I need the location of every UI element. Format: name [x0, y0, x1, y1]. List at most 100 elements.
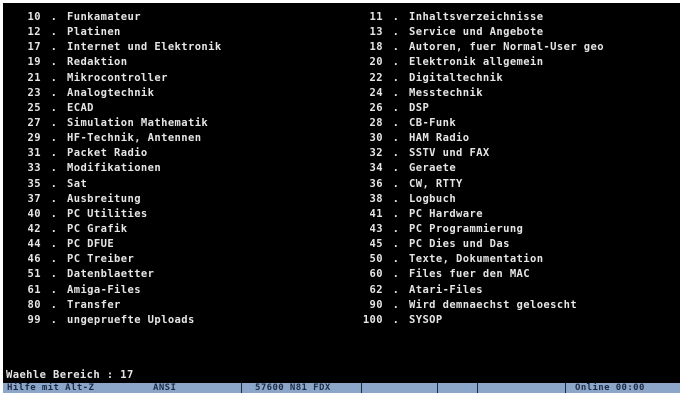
menu-item[interactable]: 33. Modifikationen	[11, 161, 341, 176]
status-divider	[565, 383, 566, 393]
menu-item-separator: .	[392, 86, 400, 99]
menu-item-label: Atari-Files	[409, 283, 483, 296]
menu-item[interactable]: 30. HAM Radio	[353, 131, 673, 146]
menu-item-number: 41	[369, 207, 383, 220]
menu-item-number: 90	[369, 298, 383, 311]
terminal-window: 10. Funkamateur 12. Platinen 17. Internet und…	[3, 3, 680, 393]
menu-item[interactable]: 37. Ausbreitung	[11, 192, 341, 207]
menu-item-label: PC DFUE	[67, 238, 115, 251]
menu-item[interactable]: 61. Amiga-Files	[11, 283, 341, 298]
menu-item-number: 37	[27, 192, 41, 205]
menu-item[interactable]: 46. PC Treiber	[11, 252, 341, 267]
menu-item[interactable]: 38. Logbuch	[353, 192, 673, 207]
menu-item[interactable]: 60. Files fuer den MAC	[353, 267, 673, 282]
menu-item[interactable]: 100. SYSOP	[353, 313, 673, 328]
menu-item[interactable]: 41. PC Hardware	[353, 207, 673, 222]
menu-item[interactable]: 23. Analogtechnik	[11, 86, 341, 101]
menu-item-number: 80	[27, 298, 41, 311]
menu-item[interactable]: 31. Packet Radio	[11, 146, 341, 161]
menu-item-separator: .	[50, 101, 58, 114]
menu-item-number: 13	[369, 26, 383, 39]
status-divider	[437, 383, 438, 393]
menu-item[interactable]: 24. Messtechnik	[353, 86, 673, 101]
menu-item[interactable]: 99. ungepruefte Uploads	[11, 313, 341, 328]
menu-item-separator: .	[50, 177, 58, 190]
menu-item[interactable]: 35. Sat	[11, 177, 341, 192]
menu-item-label: Geraete	[409, 162, 457, 175]
menu-item-label: Redaktion	[67, 56, 128, 69]
menu-item[interactable]: 17. Internet und Elektronik	[11, 40, 341, 55]
menu-item[interactable]: 25. ECAD	[11, 101, 341, 116]
menu-item[interactable]: 90. Wird demnaechst geloescht	[353, 298, 673, 313]
menu-item-separator: .	[392, 268, 400, 281]
menu-item[interactable]: 45. PC Dies und Das	[353, 237, 673, 252]
menu-item[interactable]: 50. Texte, Dokumentation	[353, 252, 673, 267]
menu-item-separator: .	[50, 192, 58, 205]
menu-item-number: 28	[369, 116, 383, 129]
menu-item-number: 32	[369, 147, 383, 160]
menu-item-label: Autoren, fuer Normal-User geo	[409, 41, 604, 54]
menu-item[interactable]: 21. Mikrocontroller	[11, 71, 341, 86]
menu-column-left: 10. Funkamateur 12. Platinen 17. Internet und…	[11, 10, 341, 328]
menu-item-separator: .	[50, 313, 58, 326]
menu-item[interactable]: 43. PC Programmierung	[353, 222, 673, 237]
menu-item-separator: .	[50, 71, 58, 84]
menu-item-separator: .	[392, 116, 400, 129]
menu-item[interactable]: 34. Geraete	[353, 161, 673, 176]
menu-item-number: 60	[369, 268, 383, 281]
menu-item-label: PC Dies und Das	[409, 238, 510, 251]
menu-item-label: Digitaltechnik	[409, 71, 504, 84]
menu-item-number: 21	[27, 71, 41, 84]
menu-item[interactable]: 18. Autoren, fuer Normal-User geo	[353, 40, 673, 55]
menu-item[interactable]: 29. HF-Technik, Antennen	[11, 131, 341, 146]
menu-item[interactable]: 13. Service und Angebote	[353, 25, 673, 40]
menu-item-label: Amiga-Files	[67, 283, 141, 296]
menu-item[interactable]: 51. Datenblaetter	[11, 267, 341, 282]
status-divider	[361, 383, 362, 393]
menu-item-number: 25	[27, 101, 41, 114]
menu-item[interactable]: 26. DSP	[353, 101, 673, 116]
menu-item-label: SYSOP	[409, 313, 443, 326]
menu-item[interactable]: 20. Elektronik allgemein	[353, 55, 673, 70]
menu-item[interactable]: 32. SSTV und FAX	[353, 146, 673, 161]
menu-item[interactable]: 36. CW, RTTY	[353, 177, 673, 192]
menu-item[interactable]: 80. Transfer	[11, 298, 341, 313]
menu-item[interactable]: 42. PC Grafik	[11, 222, 341, 237]
menu-item-separator: .	[392, 132, 400, 145]
menu-item[interactable]: 22. Digitaltechnik	[353, 71, 673, 86]
menu-item[interactable]: 40. PC Utilities	[11, 207, 341, 222]
menu-item-separator: .	[50, 238, 58, 251]
menu-item[interactable]: 12. Platinen	[11, 25, 341, 40]
menu-item-separator: .	[392, 298, 400, 311]
menu-item-separator: .	[392, 71, 400, 84]
menu-item[interactable]: 27. Simulation Mathematik	[11, 116, 341, 131]
menu-item[interactable]: 62. Atari-Files	[353, 283, 673, 298]
menu-item-separator: .	[392, 162, 400, 175]
menu-item-separator: .	[392, 101, 400, 114]
command-prompt[interactable]: Waehle Bereich : 17	[6, 368, 134, 382]
menu-item-separator: .	[50, 56, 58, 69]
menu-item[interactable]: 11. Inhaltsverzeichnisse	[353, 10, 673, 25]
menu-item-separator: .	[50, 207, 58, 220]
menu-item[interactable]: 28. CB-Funk	[353, 116, 673, 131]
menu-item-number: 34	[369, 162, 383, 175]
menu-item-separator: .	[50, 116, 58, 129]
menu-item-separator: .	[50, 147, 58, 160]
menu-item-label: PC Hardware	[409, 207, 483, 220]
status-divider	[241, 383, 242, 393]
menu-item-number: 12	[27, 26, 41, 39]
menu-item-separator: .	[392, 253, 400, 266]
menu-item[interactable]: 10. Funkamateur	[11, 10, 341, 25]
menu-item-label: PC Utilities	[67, 207, 148, 220]
menu-item-separator: .	[50, 41, 58, 54]
menu-item-number: 35	[27, 177, 41, 190]
menu-item[interactable]: 19. Redaktion	[11, 55, 341, 70]
menu-item[interactable]: 44. PC DFUE	[11, 237, 341, 252]
menu-item-label: Analogtechnik	[67, 86, 155, 99]
status-connection: 57600 N81 FDX	[255, 383, 331, 393]
menu-item-number: 33	[27, 162, 41, 175]
status-help-text: Hilfe mit Alt-Z	[7, 383, 95, 393]
menu-item-label: Messtechnik	[409, 86, 483, 99]
menu-item-separator: .	[392, 192, 400, 205]
menu-item-label: SSTV und FAX	[409, 147, 490, 160]
